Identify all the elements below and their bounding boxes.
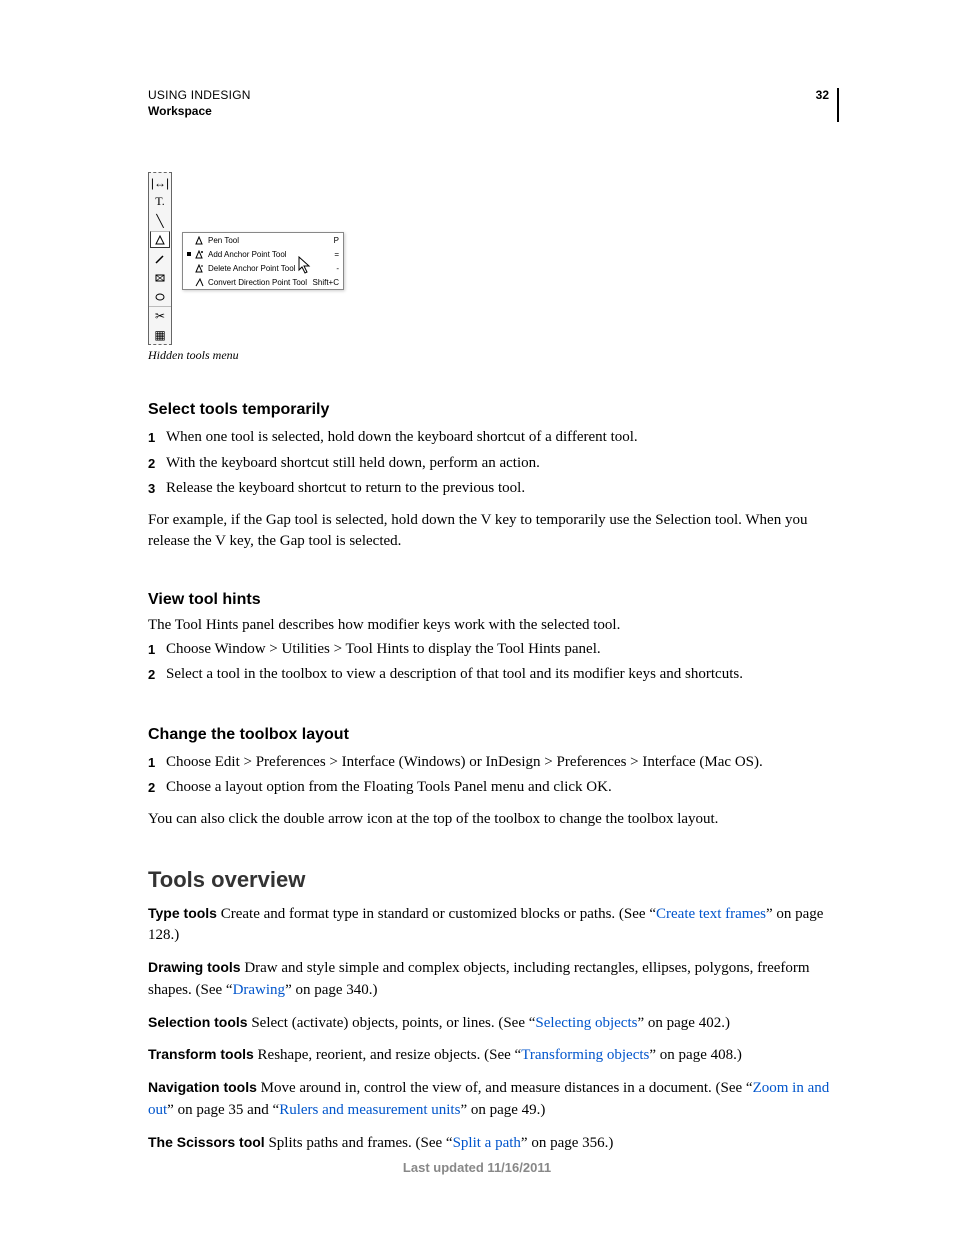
step-text: Choose Edit > Preferences > Interface (W… xyxy=(166,750,839,776)
steps-select-temp: 1When one tool is selected, hold down th… xyxy=(148,425,839,502)
flyout-item-pen: Pen Tool P xyxy=(183,233,343,247)
link-create-text-frames[interactable]: Create text frames xyxy=(656,906,766,922)
step-text: Choose a layout option from the Floating… xyxy=(166,775,839,801)
def-lead: The Scissors tool xyxy=(148,1134,265,1150)
heading-tools-overview: Tools overview xyxy=(148,867,839,893)
tool-pencil-icon xyxy=(149,249,171,268)
step-text: Select a tool in the toolbox to view a d… xyxy=(166,662,839,688)
step-number: 1 xyxy=(148,637,166,663)
toolbox-strip: |↔| T. ╲ ✂ ▦ xyxy=(148,172,172,345)
def-scissors-tool: The Scissors tool Splits paths and frame… xyxy=(148,1132,839,1155)
def-text: Splits paths and frames. (See “ xyxy=(265,1135,453,1151)
flyout-shortcut: P xyxy=(334,236,339,245)
step-number: 2 xyxy=(148,775,166,801)
flyout-shortcut: - xyxy=(336,264,339,273)
heading-select-tools-temporarily: Select tools temporarily xyxy=(148,401,839,419)
flyout-label: Delete Anchor Point Tool xyxy=(208,264,295,273)
para-tool-hints: The Tool Hints panel describes how modif… xyxy=(148,615,839,637)
link-selecting-objects[interactable]: Selecting objects xyxy=(535,1015,637,1031)
def-text: Create and format type in standard or cu… xyxy=(217,906,656,922)
def-lead: Navigation tools xyxy=(148,1079,257,1095)
step-number: 2 xyxy=(148,662,166,688)
header-left: USING INDESIGN Workspace xyxy=(148,88,251,118)
def-navigation-tools: Navigation tools Move around in, control… xyxy=(148,1077,839,1122)
step-number: 3 xyxy=(148,476,166,502)
def-lead: Drawing tools xyxy=(148,959,241,975)
step: 1Choose Window > Utilities > Tool Hints … xyxy=(148,637,839,663)
def-transform-tools: Transform tools Reshape, reorient, and r… xyxy=(148,1044,839,1067)
tool-ellipse-icon xyxy=(149,287,171,306)
def-text-post: ” on page 402.) xyxy=(637,1015,729,1031)
flyout-shortcut: Shift+C xyxy=(313,278,339,287)
steps-view-hints: 1Choose Window > Utilities > Tool Hints … xyxy=(148,637,839,688)
flyout-item-delete-anchor: Delete Anchor Point Tool - xyxy=(183,261,343,275)
heading-change-toolbox-layout: Change the toolbox layout xyxy=(148,726,839,744)
step: 1Choose Edit > Preferences > Interface (… xyxy=(148,750,839,776)
step: 1When one tool is selected, hold down th… xyxy=(148,425,839,451)
flyout-shortcut: = xyxy=(334,250,339,259)
step-text: When one tool is selected, hold down the… xyxy=(166,425,839,451)
def-lead: Selection tools xyxy=(148,1014,248,1030)
def-text: Reshape, reorient, and resize objects. (… xyxy=(254,1047,521,1063)
step-text: With the keyboard shortcut still held do… xyxy=(166,451,839,477)
pen-tool-flyout: Pen Tool P Add Anchor Point Tool = Delet… xyxy=(182,232,344,290)
def-text-post: ” on page 340.) xyxy=(285,982,377,998)
flyout-label: Convert Direction Point Tool xyxy=(208,278,307,287)
page-number: 32 xyxy=(816,88,829,102)
step: 2With the keyboard shortcut still held d… xyxy=(148,451,839,477)
tool-type-icon: T. xyxy=(149,192,171,211)
link-drawing[interactable]: Drawing xyxy=(233,982,286,998)
tool-scissors-icon: ✂ xyxy=(149,306,171,325)
link-transforming-objects[interactable]: Transforming objects xyxy=(521,1047,649,1063)
flyout-item-add-anchor: Add Anchor Point Tool = xyxy=(183,247,343,261)
step-text: Choose Window > Utilities > Tool Hints t… xyxy=(166,637,839,663)
doc-section: Workspace xyxy=(148,104,251,118)
step-text: Release the keyboard shortcut to return … xyxy=(166,476,839,502)
def-lead: Type tools xyxy=(148,905,217,921)
def-selection-tools: Selection tools Select (activate) object… xyxy=(148,1012,839,1035)
para-example: For example, if the Gap tool is selected… xyxy=(148,510,839,554)
page-header: USING INDESIGN Workspace 32 xyxy=(148,88,839,122)
footer-last-updated: Last updated 11/16/2011 xyxy=(0,1160,954,1175)
tool-pen-icon xyxy=(150,231,170,248)
def-text: Move around in, control the view of, and… xyxy=(257,1080,753,1096)
figure-hidden-tools: |↔| T. ╲ ✂ ▦ Pen Tool P xyxy=(148,172,839,342)
def-text: Select (activate) objects, points, or li… xyxy=(248,1015,536,1031)
step: 2Choose a layout option from the Floatin… xyxy=(148,775,839,801)
def-type-tools: Type tools Create and format type in sta… xyxy=(148,903,839,948)
link-rulers-units[interactable]: Rulers and measurement units xyxy=(279,1102,460,1118)
flyout-label: Pen Tool xyxy=(208,236,239,245)
convert-point-icon xyxy=(194,277,204,287)
flyout-item-convert-point: Convert Direction Point Tool Shift+C xyxy=(183,275,343,289)
page-number-wrap: 32 xyxy=(816,88,839,122)
def-text-post: ” on page 49.) xyxy=(460,1102,545,1118)
def-text-post: ” on page 408.) xyxy=(649,1047,741,1063)
step-number: 1 xyxy=(148,750,166,776)
step: 3Release the keyboard shortcut to return… xyxy=(148,476,839,502)
tool-frame-icon xyxy=(149,268,171,287)
step-number: 1 xyxy=(148,425,166,451)
tool-line-icon: ╲ xyxy=(149,211,171,230)
pen-minus-icon xyxy=(194,263,204,273)
para-double-arrow: You can also click the double arrow icon… xyxy=(148,809,839,831)
doc-title: USING INDESIGN xyxy=(148,88,251,102)
cursor-icon xyxy=(298,256,312,279)
selected-dot-icon xyxy=(187,252,191,256)
def-lead: Transform tools xyxy=(148,1046,254,1062)
pen-plus-icon xyxy=(194,249,204,259)
steps-change-layout: 1Choose Edit > Preferences > Interface (… xyxy=(148,750,839,801)
def-text-mid: ” on page 35 and “ xyxy=(167,1102,279,1118)
step-number: 2 xyxy=(148,451,166,477)
pen-icon xyxy=(194,235,204,245)
figure-caption: Hidden tools menu xyxy=(148,348,839,363)
flyout-label: Add Anchor Point Tool xyxy=(208,250,287,259)
def-drawing-tools: Drawing tools Draw and style simple and … xyxy=(148,957,839,1002)
def-text-post: ” on page 356.) xyxy=(521,1135,613,1151)
link-split-path[interactable]: Split a path xyxy=(453,1135,521,1151)
tool-gradient-icon: ▦ xyxy=(149,325,171,344)
step: 2Select a tool in the toolbox to view a … xyxy=(148,662,839,688)
heading-view-tool-hints: View tool hints xyxy=(148,591,839,609)
tool-gap-icon: |↔| xyxy=(149,173,171,192)
